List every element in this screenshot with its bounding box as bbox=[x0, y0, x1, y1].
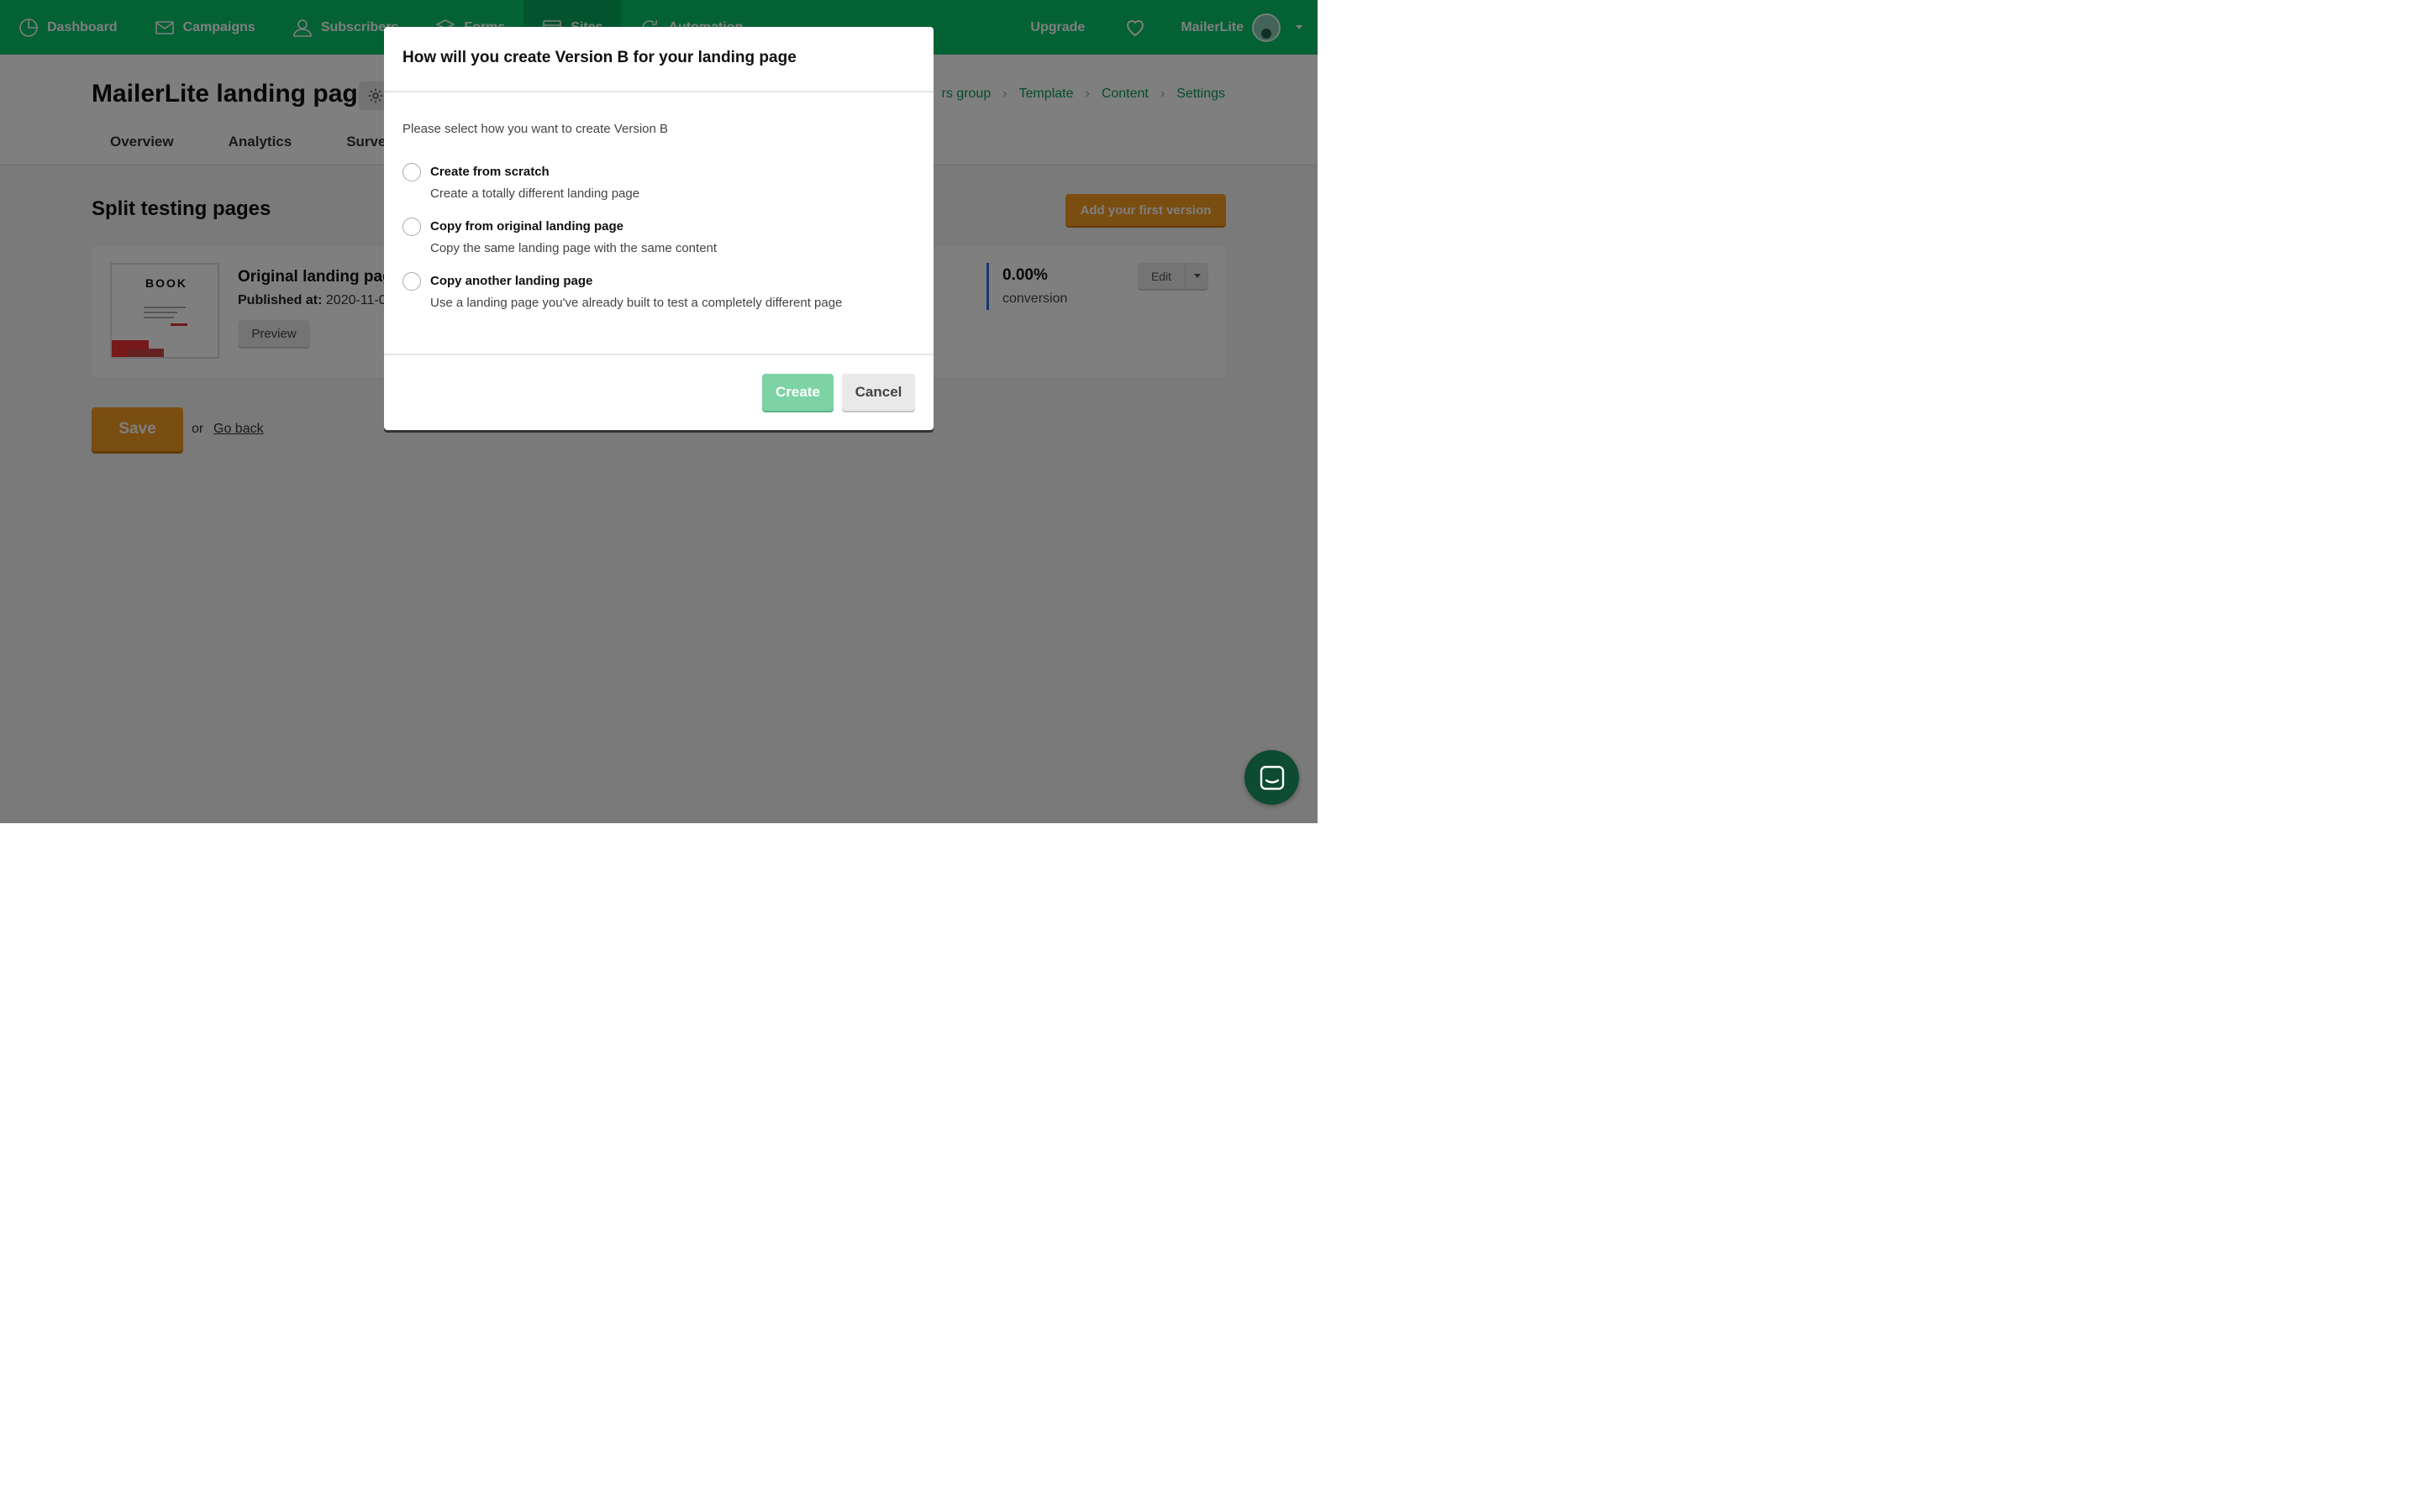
create-button[interactable]: Create bbox=[762, 374, 834, 411]
option-description: Create a totally different landing page bbox=[430, 186, 640, 201]
modal-title: How will you create Version B for your l… bbox=[402, 49, 797, 66]
option-copy-another[interactable]: Copy another landing page Use a landing … bbox=[402, 272, 915, 319]
modal-divider bbox=[384, 354, 934, 355]
option-title: Create from scratch bbox=[430, 165, 550, 179]
option-create-from-scratch[interactable]: Create from scratch Create a totally dif… bbox=[402, 163, 915, 210]
radio-copy-original[interactable] bbox=[402, 218, 421, 236]
option-description: Use a landing page you've already built … bbox=[430, 296, 843, 310]
create-version-modal: How will you create Version B for your l… bbox=[384, 27, 934, 430]
modal-description: Please select how you want to create Ver… bbox=[402, 122, 669, 136]
option-title: Copy another landing page bbox=[430, 274, 593, 288]
chat-icon bbox=[1260, 765, 1284, 790]
radio-create-from-scratch[interactable] bbox=[402, 163, 421, 181]
option-copy-original[interactable]: Copy from original landing page Copy the… bbox=[402, 218, 915, 265]
option-description: Copy the same landing page with the same… bbox=[430, 241, 718, 255]
modal-divider bbox=[384, 91, 934, 92]
chat-launcher-button[interactable] bbox=[1244, 750, 1299, 805]
radio-copy-another[interactable] bbox=[402, 272, 421, 291]
option-title: Copy from original landing page bbox=[430, 219, 624, 234]
cancel-button[interactable]: Cancel bbox=[842, 374, 915, 411]
